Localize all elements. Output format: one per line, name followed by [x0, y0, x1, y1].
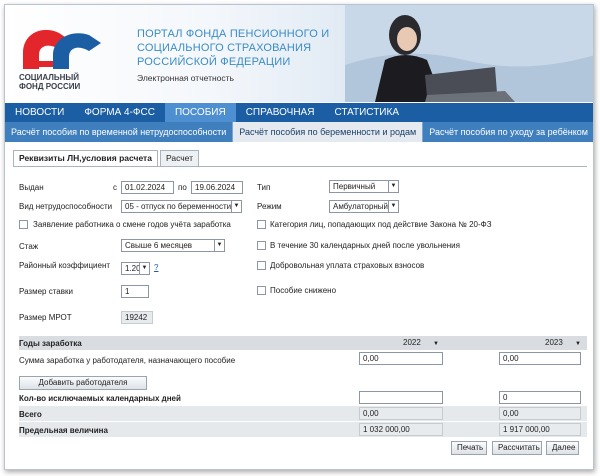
subnav-maternity[interactable]: Расчёт пособия по беременности и родам: [233, 122, 424, 142]
date-from-input[interactable]: 01.02.2024: [121, 181, 174, 194]
mode-select-value: Амбулаторный: [333, 202, 389, 211]
calculate-button[interactable]: Рассчитать: [492, 441, 542, 455]
to-label: по: [178, 183, 187, 192]
within-30-days-checkbox[interactable]: [257, 241, 266, 250]
chevron-down-icon: ▼: [214, 240, 224, 251]
within-30-days-label: В течение 30 календарных дней после увол…: [270, 241, 460, 250]
rate-input[interactable]: 1: [121, 285, 149, 298]
type-label: Тип: [257, 183, 271, 192]
earnings-label: Сумма заработка у работодателя, назначаю…: [19, 356, 236, 365]
portal-title-line3: РОССИЙСКОЙ ФЕДЕРАЦИИ: [137, 56, 291, 68]
excluded-days-label: Кол-во исключаемых календарных дней: [19, 394, 181, 403]
earnings-year1-input[interactable]: 0,00: [359, 352, 443, 365]
form-tabs: Реквизиты ЛН,условия расчета Расчет: [13, 150, 201, 166]
rate-label: Размер ставки: [19, 287, 73, 296]
disability-select-value: 05 - отпуск по беременности и: [125, 202, 238, 211]
years-label: Годы заработка: [19, 339, 82, 348]
portal-title: ПОРТАЛ ФОНДА ПЕНСИОННОГО И СОЦИАЛЬНОГО С…: [137, 27, 337, 69]
mrot-label: Размер МРОТ: [19, 313, 72, 322]
from-label: с: [113, 183, 117, 192]
subnav-temporary-disability[interactable]: Расчёт пособия по временной нетрудоспосо…: [5, 122, 234, 142]
chevron-down-icon: ▼: [433, 341, 439, 347]
voluntary-contributions-label: Добровольная уплата страховых взносов: [270, 261, 425, 270]
chevron-down-icon: ▼: [139, 263, 149, 274]
chevron-down-icon: ▼: [575, 341, 581, 347]
years-header-row: [19, 336, 587, 350]
sub-nav: Расчёт пособия по временной нетрудоспосо…: [5, 122, 593, 142]
year1-select[interactable]: 2022 ▼: [403, 338, 439, 347]
year2-select[interactable]: 2023 ▼: [545, 338, 581, 347]
limit-year2: 1 917 000,00: [499, 423, 581, 436]
nav-benefits[interactable]: ПОСОБИЯ: [164, 103, 236, 122]
print-button[interactable]: Печать: [451, 441, 487, 455]
benefit-reduced-checkbox[interactable]: [257, 286, 266, 295]
nav-statistics[interactable]: СТАТИСТИКА: [324, 103, 409, 122]
category-checkbox[interactable]: [257, 220, 266, 229]
date-to-input[interactable]: 19.06.2024: [191, 181, 243, 194]
header: СОЦИАЛЬНЫЙ ФОНД РОССИИ ПОРТАЛ ФОНДА ПЕНС…: [5, 5, 593, 102]
logo-text-line2: ФОНД РОССИИ: [19, 82, 81, 91]
regional-select[interactable]: 1.20 ▼: [121, 262, 150, 275]
change-years-label: Заявление работника о смене годов учёта …: [33, 220, 231, 229]
total-year1: 0,00: [359, 407, 443, 420]
voluntary-contributions-checkbox[interactable]: [257, 261, 266, 270]
benefit-reduced-label: Пособие снижено: [270, 286, 337, 295]
nav-news[interactable]: НОВОСТИ: [5, 103, 74, 122]
disability-label: Вид нетрудоспособности: [19, 202, 113, 211]
excluded-days-year1-input[interactable]: [359, 391, 443, 404]
portal-title-line2: СОЦИАЛЬНОГО СТРАХОВАНИЯ: [137, 42, 312, 54]
portal-subtitle: Электронная отчетность: [137, 73, 234, 83]
app-window: СОЦИАЛЬНЫЙ ФОНД РОССИИ ПОРТАЛ ФОНДА ПЕНС…: [4, 4, 594, 470]
chevron-down-icon: ▼: [231, 201, 241, 212]
year2-value: 2023: [545, 338, 563, 347]
add-employer-button[interactable]: Добавить работодателя: [19, 376, 147, 390]
mode-label: Режим: [257, 202, 282, 211]
logo-text: СОЦИАЛЬНЫЙ ФОНД РОССИИ: [19, 73, 80, 91]
total-label: Всего: [19, 410, 42, 419]
main-nav: НОВОСТИ ФОРМА 4-ФСС ПОСОБИЯ СПРАВОЧНАЯ С…: [5, 103, 593, 122]
year1-value: 2022: [403, 338, 421, 347]
logo-text-line1: СОЦИАЛЬНЫЙ: [19, 73, 79, 82]
excluded-days-year2-input[interactable]: 0: [499, 391, 581, 404]
issued-label: Выдан: [19, 183, 44, 192]
portal-title-line1: ПОРТАЛ ФОНДА ПЕНСИОННОГО И: [137, 28, 330, 40]
change-years-checkbox[interactable]: [19, 220, 28, 229]
category-label: Категория лиц, попадающих под действие З…: [270, 220, 492, 229]
experience-select[interactable]: Свыше 6 месяцев ▼: [121, 239, 225, 252]
experience-label: Стаж: [19, 242, 39, 251]
tab-divider: [13, 166, 587, 167]
header-photo: [345, 5, 593, 102]
type-select-value: Первичный: [333, 182, 376, 191]
nav-form-4fss[interactable]: ФОРМА 4-ФСС: [74, 103, 165, 122]
mrot-value: 19242: [121, 311, 153, 324]
tab-requisites[interactable]: Реквизиты ЛН,условия расчета: [13, 150, 158, 166]
regional-label: Районный коэффициент: [19, 261, 111, 270]
total-year2: 0,00: [499, 407, 581, 420]
chevron-down-icon: ▼: [388, 201, 398, 212]
mode-select[interactable]: Амбулаторный ▼: [329, 200, 399, 213]
earnings-year2-input[interactable]: 0,00: [499, 352, 581, 365]
chevron-down-icon: ▼: [388, 181, 398, 192]
type-select[interactable]: Первичный ▼: [329, 180, 399, 193]
experience-select-value: Свыше 6 месяцев: [125, 241, 193, 250]
nav-reference[interactable]: СПРАВОЧНАЯ: [236, 103, 325, 122]
disability-select[interactable]: 05 - отпуск по беременности и ▼: [121, 200, 242, 213]
subnav-childcare[interactable]: Расчёт пособия по уходу за ребёнком: [423, 122, 593, 142]
next-button[interactable]: Далее: [546, 441, 579, 455]
regional-help-link[interactable]: ?: [154, 263, 158, 272]
limit-year1: 1 032 000,00: [359, 423, 443, 436]
limit-label: Предельная величина: [19, 426, 108, 435]
tab-calculation[interactable]: Расчет: [159, 150, 199, 166]
